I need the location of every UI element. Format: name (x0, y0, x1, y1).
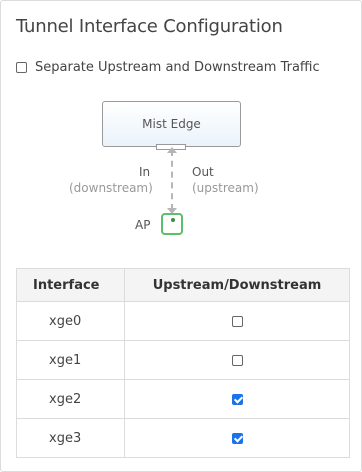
in-label: In (139, 165, 151, 179)
in-sub-label: (downstream) (69, 181, 153, 195)
separate-traffic-option[interactable]: Separate Upstream and Downstream Traffic (16, 60, 320, 75)
table-row: xge3 (16, 418, 350, 458)
tunnel-line (171, 150, 173, 210)
table-row: xge2 (16, 379, 350, 419)
column-header-interface: Interface (16, 268, 125, 302)
upstream-downstream-cell (124, 301, 350, 341)
upstream-downstream-cell (124, 418, 350, 458)
table-row: xge1 (16, 340, 350, 380)
mist-edge-label: Mist Edge (142, 117, 201, 131)
mist-edge-box: Mist Edge (102, 101, 241, 147)
ap-icon (161, 213, 183, 235)
table-row: xge0 (16, 301, 350, 341)
interface-name: xge0 (16, 301, 125, 341)
ap-led-icon (171, 218, 175, 222)
interface-name: xge2 (16, 379, 125, 419)
interface-name: xge1 (16, 340, 125, 380)
separate-traffic-checkbox[interactable] (16, 62, 27, 73)
out-label: Out (192, 165, 214, 179)
upstream-downstream-checkbox[interactable] (231, 393, 243, 405)
out-sub-label: (upstream) (192, 181, 259, 195)
ap-label: AP (135, 218, 151, 232)
upstream-downstream-checkbox[interactable] (231, 432, 243, 444)
upstream-downstream-checkbox[interactable] (231, 354, 243, 366)
upstream-downstream-checkbox[interactable] (231, 315, 243, 327)
tunnel-config-panel: Tunnel Interface Configuration Separate … (0, 0, 362, 472)
table-header-row: Interface Upstream/Downstream (16, 268, 350, 302)
interface-name: xge3 (16, 418, 125, 458)
arrow-up-icon (167, 147, 177, 153)
interface-table: Interface Upstream/Downstream xge0 xge1 … (16, 268, 350, 458)
column-header-upstream-downstream: Upstream/Downstream (124, 268, 350, 302)
separate-traffic-label: Separate Upstream and Downstream Traffic (35, 60, 320, 75)
upstream-downstream-cell (124, 379, 350, 419)
page-title: Tunnel Interface Configuration (16, 16, 283, 37)
upstream-downstream-cell (124, 340, 350, 380)
